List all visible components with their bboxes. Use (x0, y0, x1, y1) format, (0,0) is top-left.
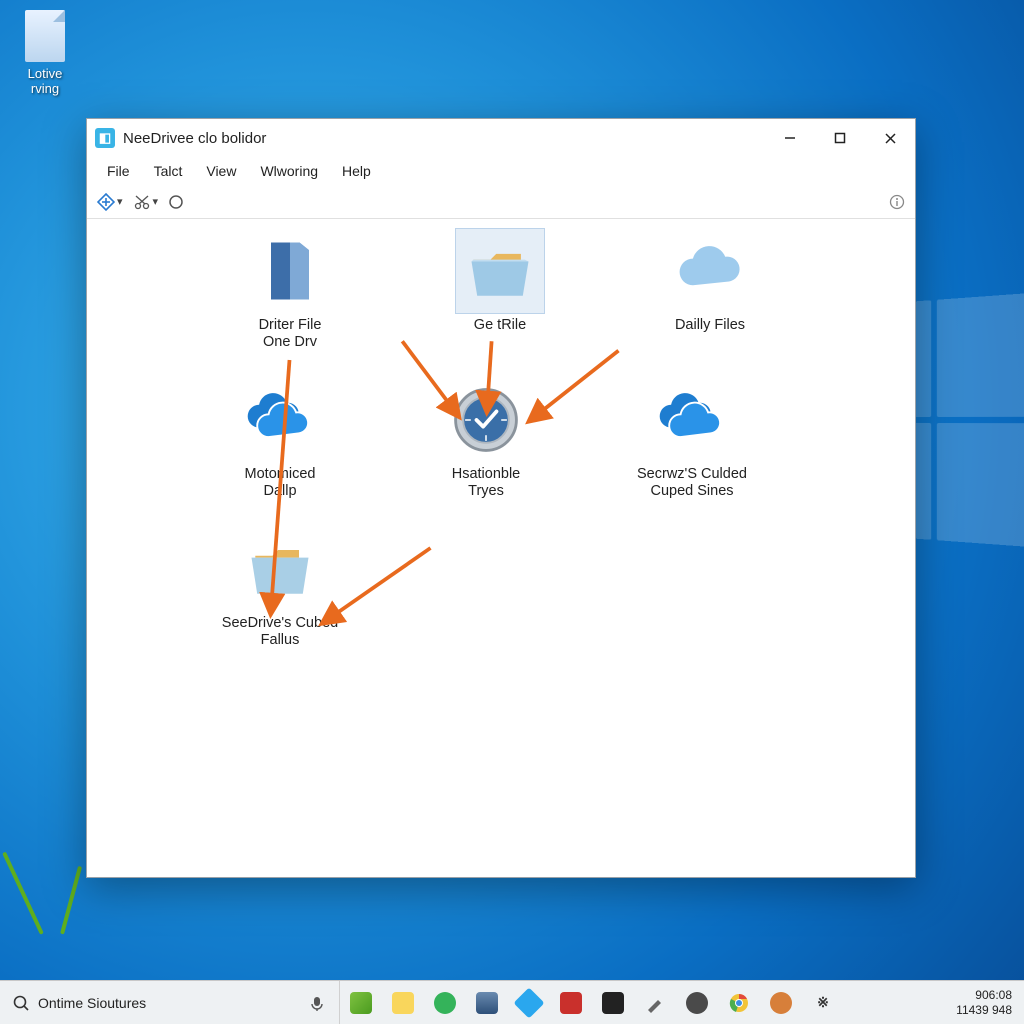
scissors-icon (133, 193, 151, 211)
item-label: Driter File One Drv (215, 317, 365, 352)
maximize-icon (834, 132, 846, 144)
cloud-icon (672, 233, 748, 309)
search-icon (12, 994, 30, 1012)
taskbar: Ontime Sioutures ※ 906:08 11439 948 (0, 980, 1024, 1024)
taskbar-app-4[interactable] (474, 990, 500, 1016)
close-button[interactable] (865, 119, 915, 157)
item-label: Secrwz'S Culded Cuped Sines (617, 466, 767, 501)
mic-icon[interactable] (309, 995, 325, 1011)
item-label: Dailly Files (635, 317, 785, 334)
menu-help[interactable]: Help (332, 161, 381, 181)
window-title: NeeDrivee clo bolidor (123, 130, 266, 147)
content-area[interactable]: Driter File One Drv Ge tRile (87, 219, 915, 877)
closed-folder-icon (252, 233, 328, 309)
desktop-shortcut[interactable]: Lotive rving (5, 10, 85, 96)
new-button[interactable]: ▾ (97, 193, 123, 211)
clock-date: 11439 948 (956, 1003, 1012, 1017)
close-icon (884, 132, 897, 145)
menu-view[interactable]: View (196, 161, 246, 181)
item-driter-file[interactable]: Driter File One Drv (215, 229, 365, 352)
taskbar-app-12[interactable]: ※ (810, 990, 836, 1016)
taskbar-app-10[interactable] (726, 990, 752, 1016)
taskbar-app-5[interactable] (516, 990, 542, 1016)
item-seedrive[interactable]: SeeDrive's Cubed Fallus (205, 527, 355, 650)
menu-wlworing[interactable]: Wlworing (250, 161, 328, 181)
menubar: File Talct View Wlworing Help (87, 157, 915, 185)
desktop-shortcut-label: Lotive rving (5, 66, 85, 96)
taskbar-app-9[interactable] (684, 990, 710, 1016)
plus-diamond-icon (97, 193, 115, 211)
taskbar-app-2[interactable] (390, 990, 416, 1016)
item-label: Ge tRile (425, 317, 575, 334)
info-icon (889, 194, 905, 210)
taskbar-app-3[interactable] (432, 990, 458, 1016)
taskbar-app-11[interactable] (768, 990, 794, 1016)
minimize-icon (784, 132, 796, 144)
refresh-button[interactable] (168, 194, 184, 210)
search-placeholder: Ontime Sioutures (38, 995, 301, 1011)
info-button[interactable] (889, 194, 905, 210)
toolbar: ▾ ▾ (87, 185, 915, 219)
item-motomiced[interactable]: Motomiced Dallp (205, 378, 355, 501)
cut-button[interactable]: ▾ (133, 193, 159, 211)
maximize-button[interactable] (815, 119, 865, 157)
item-dailly-files[interactable]: Dailly Files (635, 229, 785, 352)
taskbar-search[interactable]: Ontime Sioutures (0, 981, 340, 1024)
taskbar-app-1[interactable] (348, 990, 374, 1016)
clock-time: 906:08 (956, 988, 1012, 1002)
item-label: Motomiced Dallp (205, 466, 355, 501)
taskbar-app-8[interactable] (642, 990, 668, 1016)
file-icon (25, 10, 65, 62)
taskbar-app-7[interactable] (600, 990, 626, 1016)
taskbar-app-6[interactable] (558, 990, 584, 1016)
circle-icon (168, 194, 184, 210)
item-hsationble[interactable]: Hsationble Tryes (411, 378, 561, 501)
open-folder-icon (462, 233, 538, 309)
menu-file[interactable]: File (97, 161, 140, 181)
double-cloud-icon (242, 382, 318, 458)
taskbar-pinned-apps: ※ (340, 981, 844, 1024)
minimize-button[interactable] (765, 119, 815, 157)
app-icon: ◧ (95, 128, 115, 148)
item-label: SeeDrive's Cubed Fallus (205, 615, 355, 650)
menu-talt[interactable]: Talct (144, 161, 193, 181)
file-explorer-window: ◧ NeeDrivee clo bolidor File Talct View … (86, 118, 916, 878)
open-folder-icon (242, 531, 318, 607)
item-label: Hsationble Tryes (411, 466, 561, 501)
clock-dial-icon (448, 382, 524, 458)
chrome-icon (729, 993, 749, 1013)
item-secrwz[interactable]: Secrwz'S Culded Cuped Sines (617, 378, 767, 501)
item-getitle[interactable]: Ge tRile (425, 229, 575, 352)
taskbar-clock[interactable]: 906:08 11439 948 (948, 986, 1024, 1019)
double-cloud-icon (654, 382, 730, 458)
titlebar[interactable]: ◧ NeeDrivee clo bolidor (87, 119, 915, 157)
tool-icon (645, 993, 665, 1013)
